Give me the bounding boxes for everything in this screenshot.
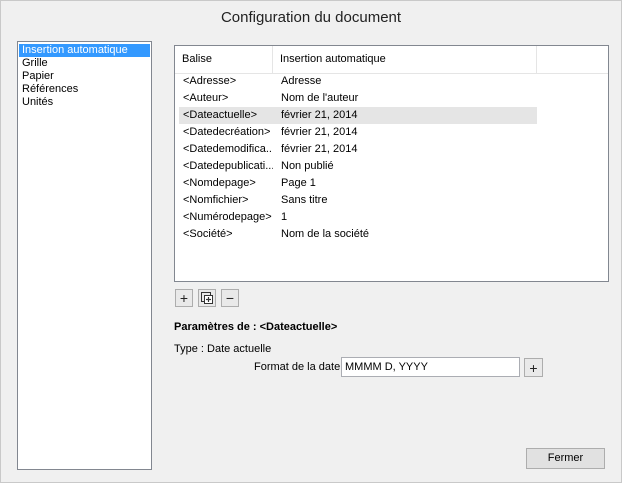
table-row[interactable]: <Nomdepage> Page 1 — [179, 175, 537, 192]
table-row[interactable]: <Nomfichier> Sans titre — [179, 192, 537, 209]
column-header-balise[interactable]: Balise — [175, 46, 273, 73]
insert-field-button[interactable] — [198, 289, 216, 307]
row-tag: <Nomdepage> — [183, 177, 256, 189]
table-row[interactable]: <Société> Nom de la société — [179, 226, 537, 243]
row-value: Non publié — [281, 160, 334, 172]
insert-field-icon — [201, 292, 213, 304]
dialog-window: Configuration du document Insertion auto… — [0, 0, 622, 483]
row-tag: <Datedecréation> — [183, 126, 271, 138]
row-tag: <Datedepublicati... — [183, 160, 273, 172]
sidebar-item-papier[interactable]: Papier — [19, 70, 150, 83]
category-list[interactable]: Insertion automatique Grille Papier Réfé… — [17, 41, 152, 470]
row-value: février 21, 2014 — [281, 143, 358, 155]
row-value: Sans titre — [281, 194, 328, 206]
date-format-add-button[interactable]: + — [524, 358, 543, 377]
table-row[interactable]: <Datedepublicati... Non publié — [179, 158, 537, 175]
params-title: Paramètres de : <Dateactuelle> — [174, 321, 338, 333]
sidebar-item-unites[interactable]: Unités — [19, 96, 150, 109]
date-format-label: Format de la date: — [254, 361, 344, 373]
row-value: février 21, 2014 — [281, 109, 358, 121]
row-tag: <Adresse> — [183, 75, 237, 87]
row-tag: <Auteur> — [183, 92, 229, 104]
remove-icon: − — [225, 290, 235, 306]
table-row[interactable]: <Datedemodifica... février 21, 2014 — [179, 141, 537, 158]
add-icon: + — [529, 359, 538, 376]
row-tag: <Numérodepage> — [183, 211, 272, 223]
row-value: Page 1 — [281, 177, 316, 189]
row-value: Nom de la société — [281, 228, 370, 240]
params-type: Type : Date actuelle — [174, 343, 272, 355]
add-row-button[interactable]: + — [175, 289, 193, 307]
row-value: Adresse — [281, 75, 322, 87]
close-button[interactable]: Fermer — [526, 448, 605, 469]
autotext-table[interactable]: Balise Insertion automatique <Adresse> A… — [174, 45, 609, 282]
row-tag: <Datedemodifica... — [183, 143, 273, 155]
table-row-selected[interactable]: <Dateactuelle> février 21, 2014 — [179, 107, 537, 124]
window-title: Configuration du document — [220, 9, 402, 26]
table-header: Balise Insertion automatique — [175, 46, 608, 74]
column-header-insertion[interactable]: Insertion automatique — [273, 46, 537, 73]
sidebar-item-references[interactable]: Références — [19, 83, 150, 96]
sidebar-item-grille[interactable]: Grille — [19, 57, 150, 70]
date-format-input[interactable]: MMMM D, YYYY — [341, 357, 520, 377]
table-row[interactable]: <Adresse> Adresse — [179, 73, 537, 90]
remove-row-button[interactable]: − — [221, 289, 239, 307]
add-icon: + — [179, 290, 189, 306]
row-value: février 21, 2014 — [281, 126, 358, 138]
table-row[interactable]: <Auteur> Nom de l'auteur — [179, 90, 537, 107]
column-header-empty — [537, 46, 608, 73]
row-tag: <Société> — [183, 228, 233, 240]
row-value: Nom de l'auteur — [281, 92, 359, 104]
row-value: 1 — [281, 211, 288, 223]
table-row[interactable]: <Numérodepage> 1 — [179, 209, 537, 226]
row-tag: <Dateactuelle> — [183, 109, 257, 121]
sidebar-item-insertion-automatique[interactable]: Insertion automatique — [19, 44, 150, 57]
table-row[interactable]: <Datedecréation> février 21, 2014 — [179, 124, 537, 141]
row-tag: <Nomfichier> — [183, 194, 249, 206]
